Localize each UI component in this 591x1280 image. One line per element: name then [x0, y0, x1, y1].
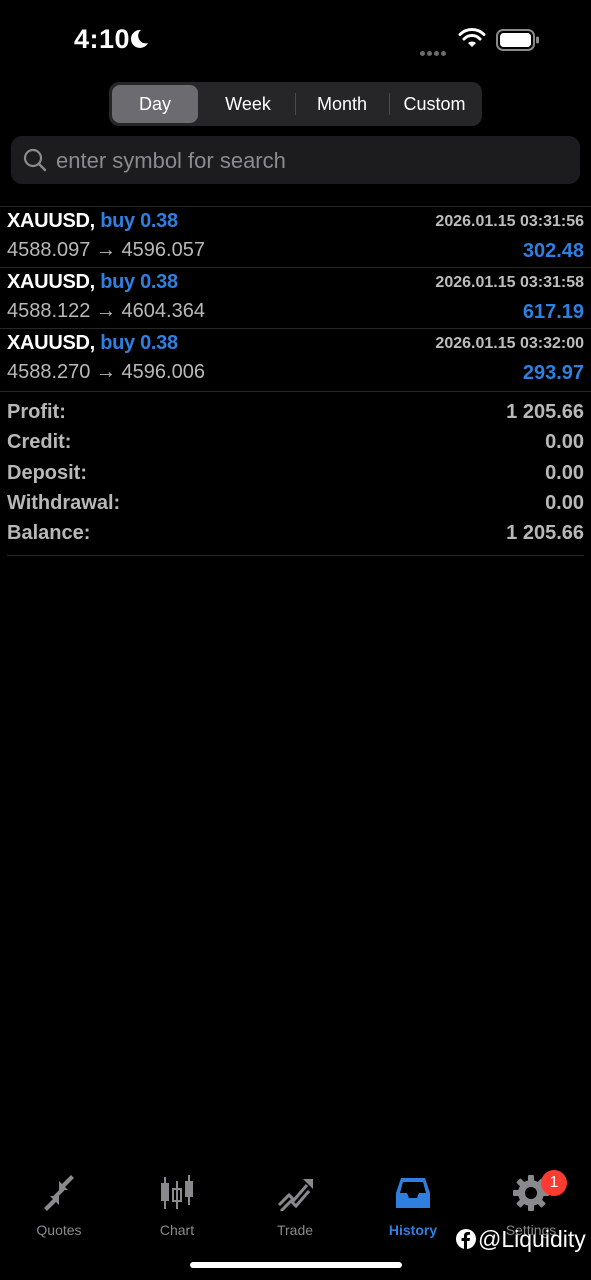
deal-time: 2026.01.15 03:32:00	[435, 335, 584, 352]
list-item[interactable]: XAUUSD, buy 0.38 2026.01.15 03:32:00 458…	[0, 328, 591, 389]
summary-label: Profit:	[7, 401, 66, 423]
search-icon	[23, 148, 47, 172]
quotes-icon	[44, 1175, 74, 1211]
tab-label: Chart	[159, 1222, 195, 1238]
summary-row-profit: Profit: 1 205.66	[0, 392, 591, 423]
deal-side: buy 0.38	[100, 332, 178, 354]
deal-profit: 302.48	[522, 240, 584, 262]
tab-label: Trade	[276, 1222, 314, 1238]
deal-prices: 4588.122 → 4604.364	[7, 300, 205, 322]
summary-value: 1 205.66	[506, 401, 584, 423]
status-bar: 4:10	[0, 0, 591, 80]
watermark: @Liquidity	[456, 1226, 586, 1253]
summary-value: 0.00	[545, 431, 584, 454]
summary-value: 0.00	[545, 461, 584, 484]
period-segmented-control: Day Week Month Custom	[109, 82, 482, 126]
summary-label: Deposit:	[7, 461, 87, 484]
notification-badge: 1	[541, 1170, 567, 1196]
summary-label: Credit:	[7, 431, 72, 454]
search-bar	[11, 136, 580, 186]
deal-prices: 4588.270 → 4596.006	[7, 361, 205, 383]
summary-value: 0.00	[545, 491, 584, 514]
wifi-icon	[458, 28, 486, 47]
summary-value: 1 205.66	[506, 522, 584, 545]
tab-trade[interactable]: Trade	[236, 1173, 354, 1243]
facebook-icon	[456, 1229, 476, 1249]
list-item[interactable]: XAUUSD, buy 0.38 2026.01.15 03:31:56 458…	[0, 206, 591, 267]
home-indicator[interactable]	[190, 1262, 402, 1268]
deal-symbol: XAUUSD, buy 0.38	[7, 271, 178, 293]
tab-custom[interactable]: Custom	[390, 85, 479, 123]
summary-label: Balance:	[7, 522, 91, 545]
deal-side: buy 0.38	[100, 210, 178, 232]
search-input[interactable]	[54, 136, 558, 186]
deal-profit: 617.19	[522, 301, 584, 323]
deal-symbol: XAUUSD, buy 0.38	[7, 332, 178, 354]
tab-chart[interactable]: Chart	[118, 1173, 236, 1243]
deal-profit: 293.97	[522, 362, 584, 384]
tab-month[interactable]: Month	[296, 85, 388, 123]
inbox-icon	[396, 1178, 430, 1208]
trade-icon	[277, 1179, 313, 1211]
watermark-text: @Liquidity	[478, 1226, 586, 1252]
cellular-signal-icon	[420, 43, 448, 61]
summary-row-deposit: Deposit: 0.00	[0, 453, 591, 484]
divider	[7, 555, 584, 556]
tab-day[interactable]: Day	[112, 85, 198, 123]
tab-history[interactable]: History	[354, 1173, 472, 1243]
summary-label: Withdrawal:	[7, 491, 121, 514]
tab-week[interactable]: Week	[202, 85, 294, 123]
deal-symbol: XAUUSD, buy 0.38	[7, 210, 178, 232]
deals-list: XAUUSD, buy 0.38 2026.01.15 03:31:56 458…	[0, 206, 591, 389]
moon-icon	[130, 29, 148, 48]
tab-quotes[interactable]: Quotes	[0, 1173, 118, 1243]
candlestick-icon	[161, 1175, 193, 1209]
deal-time: 2026.01.15 03:31:58	[435, 274, 584, 291]
deal-time: 2026.01.15 03:31:56	[435, 213, 584, 230]
list-item[interactable]: XAUUSD, buy 0.38 2026.01.15 03:31:58 458…	[0, 267, 591, 328]
summary-section: Profit: 1 205.66 Credit: 0.00 Deposit: 0…	[0, 391, 591, 545]
summary-row-withdrawal: Withdrawal: 0.00	[0, 483, 591, 514]
battery-icon	[496, 29, 539, 51]
deal-side: buy 0.38	[100, 271, 178, 293]
status-time: 4:10	[74, 24, 131, 54]
deal-prices: 4588.097 → 4596.057	[7, 239, 205, 261]
tab-label: Quotes	[36, 1222, 82, 1238]
tab-label: History	[388, 1222, 438, 1238]
summary-row-credit: Credit: 0.00	[0, 422, 591, 454]
summary-row-balance: Balance: 1 205.66	[0, 513, 591, 545]
